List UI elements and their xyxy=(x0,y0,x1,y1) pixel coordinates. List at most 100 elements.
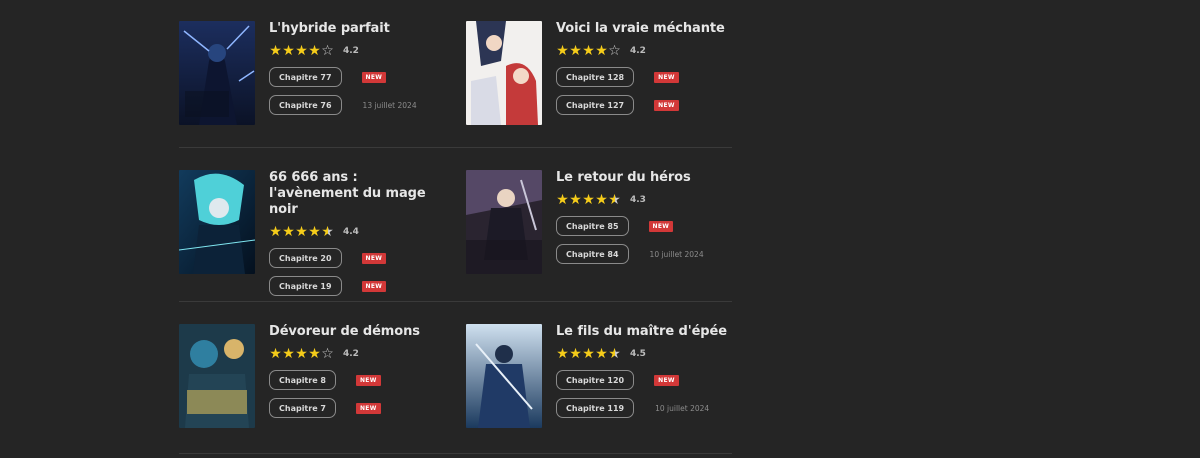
chapter-button[interactable]: Chapitre 8 xyxy=(269,370,336,390)
star-full-icon: ★ xyxy=(269,43,282,59)
chapter-button[interactable]: Chapitre 85 xyxy=(556,216,629,236)
chapter-row: Chapitre 76 13 juillet 2024 xyxy=(269,94,449,116)
cover-art xyxy=(179,324,255,428)
star-full-icon: ★ xyxy=(308,43,321,59)
star-rating: ★ ★ ★ ★ ★ xyxy=(269,225,334,239)
series-info: Dévoreur de démons ★ ★ ★ ★ ☆ 4.2 Chapitre 8 … xyxy=(269,324,449,419)
rating: ★ ★ ★ ★ ★ 4.4 xyxy=(269,223,449,241)
star-full-icon: ★ xyxy=(595,192,608,208)
star-full-icon: ★ xyxy=(269,224,282,240)
star-full-icon: ★ xyxy=(582,43,595,59)
row-divider xyxy=(179,453,732,454)
chapter-button[interactable]: Chapitre 127 xyxy=(556,95,635,115)
rating: ★ ★ ★ ★ ★ 4.3 xyxy=(556,191,736,209)
series-title[interactable]: Le retour du héros xyxy=(556,170,736,186)
rating: ★ ★ ★ ★ ★ 4.5 xyxy=(556,345,736,363)
chapter-button[interactable]: Chapitre 19 xyxy=(269,276,342,296)
new-badge: NEW xyxy=(361,280,387,292)
series-row-1: L'hybride parfait ★ ★ ★ ★ ☆ 4.2 Chapitre 77 … xyxy=(0,0,1200,150)
star-half-icon: ★ xyxy=(608,192,621,208)
star-rating: ★ ★ ★ ★ ★ xyxy=(556,193,621,207)
chapter-button[interactable]: Chapitre 120 xyxy=(556,370,635,390)
chapter-row: Chapitre 127 NEW xyxy=(556,94,736,116)
series-card: Voici la vraie méchante ★ ★ ★ ★ ☆ 4.2 Chapit… xyxy=(466,21,736,131)
star-full-icon: ★ xyxy=(556,192,569,208)
star-full-icon: ★ xyxy=(308,346,321,362)
chapter-row: Chapitre 20 NEW xyxy=(269,247,449,269)
series-info: Le fils du maître d'épée ★ ★ ★ ★ ★ 4.5 Chapi… xyxy=(556,324,736,419)
cover-art xyxy=(179,170,255,274)
chapter-button[interactable]: Chapitre 20 xyxy=(269,248,342,268)
star-empty-icon: ☆ xyxy=(608,43,621,59)
chapter-row: Chapitre 84 10 juillet 2024 xyxy=(556,243,736,265)
star-full-icon: ★ xyxy=(282,346,295,362)
chapter-button[interactable]: Chapitre 76 xyxy=(269,95,342,115)
chapter-row: Chapitre 77 NEW xyxy=(269,66,449,88)
star-full-icon: ★ xyxy=(569,192,582,208)
star-full-icon: ★ xyxy=(295,224,308,240)
rating-score: 4.2 xyxy=(343,349,359,359)
cover-image[interactable] xyxy=(179,324,255,428)
cover-image[interactable] xyxy=(466,21,542,125)
cover-image[interactable] xyxy=(466,170,542,274)
series-card: L'hybride parfait ★ ★ ★ ★ ☆ 4.2 Chapitre 77 … xyxy=(179,21,449,131)
star-rating: ★ ★ ★ ★ ☆ xyxy=(556,44,621,58)
star-full-icon: ★ xyxy=(582,192,595,208)
star-full-icon: ★ xyxy=(569,43,582,59)
star-half-icon: ★ xyxy=(608,346,621,362)
chapter-button[interactable]: Chapitre 84 xyxy=(556,244,629,264)
rating: ★ ★ ★ ★ ☆ 4.2 xyxy=(269,345,449,363)
chapter-row: Chapitre 8 NEW xyxy=(269,369,449,391)
new-badge: NEW xyxy=(355,402,381,414)
chapter-button[interactable]: Chapitre 128 xyxy=(556,67,635,87)
series-card: Dévoreur de démons ★ ★ ★ ★ ☆ 4.2 Chapitre 8 … xyxy=(179,324,449,434)
chapter-row: Chapitre 120 NEW xyxy=(556,369,736,391)
star-full-icon: ★ xyxy=(582,346,595,362)
chapter-button[interactable]: Chapitre 77 xyxy=(269,67,342,87)
star-full-icon: ★ xyxy=(308,224,321,240)
cover-art xyxy=(466,21,542,125)
cover-image[interactable] xyxy=(179,21,255,125)
chapter-row: Chapitre 19 NEW xyxy=(269,275,449,297)
rating-score: 4.2 xyxy=(343,46,359,56)
new-badge: NEW xyxy=(654,374,679,386)
star-full-icon: ★ xyxy=(595,346,608,362)
chapter-button[interactable]: Chapitre 7 xyxy=(269,398,336,418)
series-info: Le retour du héros ★ ★ ★ ★ ★ 4.3 Chapitre 85… xyxy=(556,170,736,265)
star-full-icon: ★ xyxy=(556,43,569,59)
rating-score: 4.5 xyxy=(630,349,646,359)
release-date: 13 juillet 2024 xyxy=(362,100,417,110)
rating-score: 4.3 xyxy=(630,195,646,205)
star-rating: ★ ★ ★ ★ ☆ xyxy=(269,347,334,361)
new-badge: NEW xyxy=(361,71,387,83)
row-divider xyxy=(179,301,732,302)
star-full-icon: ★ xyxy=(282,43,295,59)
chapter-button[interactable]: Chapitre 119 xyxy=(556,398,635,418)
star-full-icon: ★ xyxy=(569,346,582,362)
cover-art xyxy=(466,170,542,274)
star-rating: ★ ★ ★ ★ ☆ xyxy=(269,44,334,58)
new-badge: NEW xyxy=(361,252,387,264)
series-card: 66 666 ans : l'avènement du mage noir ★ ★… xyxy=(179,170,449,296)
cover-art xyxy=(466,324,542,428)
cover-image[interactable] xyxy=(179,170,255,274)
cover-image[interactable] xyxy=(466,324,542,428)
star-empty-icon: ☆ xyxy=(321,346,334,362)
release-date: 10 juillet 2024 xyxy=(655,403,710,413)
series-title[interactable]: Le fils du maître d'épée xyxy=(556,324,736,340)
star-full-icon: ★ xyxy=(282,224,295,240)
chapter-row: Chapitre 85 NEW xyxy=(556,215,736,237)
chapter-row: Chapitre 128 NEW xyxy=(556,66,736,88)
series-card: Le fils du maître d'épée ★ ★ ★ ★ ★ 4.5 Chapi… xyxy=(466,324,736,434)
series-title[interactable]: Voici la vraie méchante xyxy=(556,21,736,37)
series-card: Le retour du héros ★ ★ ★ ★ ★ 4.3 Chapitre 85… xyxy=(466,170,736,280)
new-badge: NEW xyxy=(654,71,679,83)
star-half-icon: ★ xyxy=(321,224,334,240)
series-title[interactable]: Dévoreur de démons xyxy=(269,324,449,340)
series-title[interactable]: L'hybride parfait xyxy=(269,21,449,37)
star-full-icon: ★ xyxy=(295,346,308,362)
cover-art xyxy=(179,21,255,125)
series-info: Voici la vraie méchante ★ ★ ★ ★ ☆ 4.2 Chapit… xyxy=(556,21,736,116)
series-title[interactable]: 66 666 ans : l'avènement du mage noir xyxy=(269,170,449,218)
rating: ★ ★ ★ ★ ☆ 4.2 xyxy=(269,42,449,60)
